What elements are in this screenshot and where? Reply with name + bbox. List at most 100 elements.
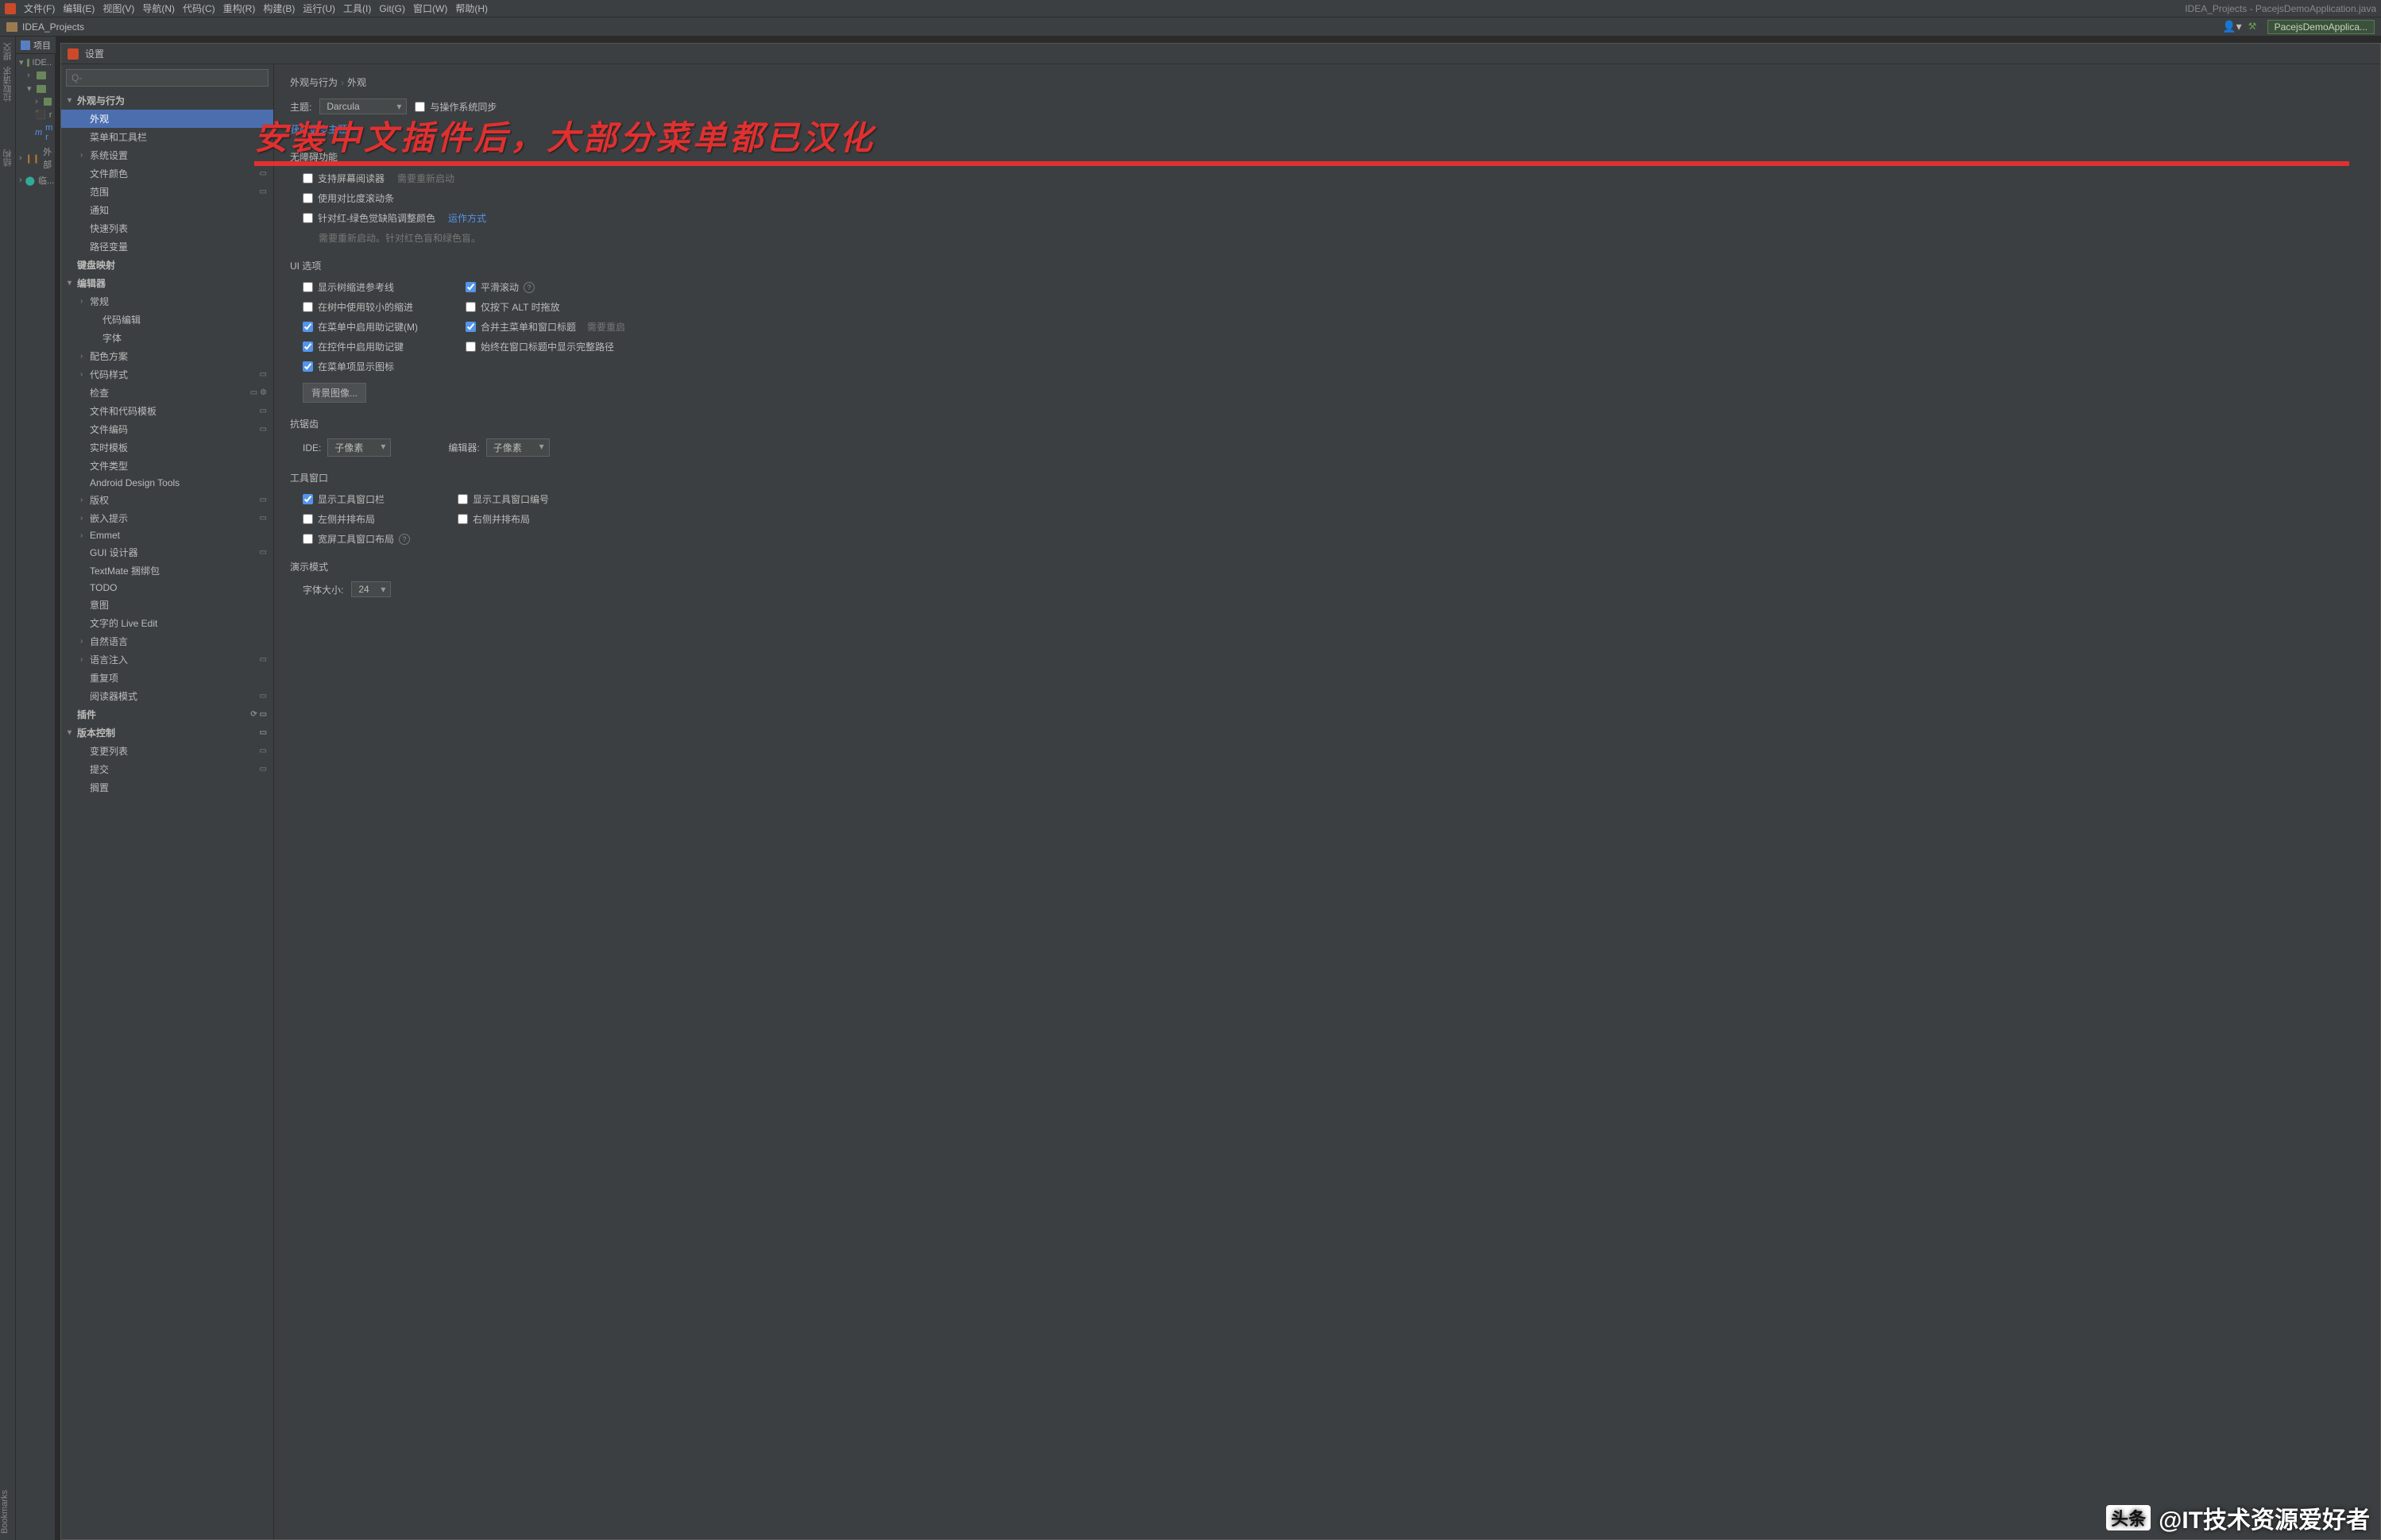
settings-tree-item[interactable]: 文件编码▭: [61, 420, 273, 438]
settings-tree-item[interactable]: 字体: [61, 329, 273, 347]
gutter-pull-requests[interactable]: 拉取请求: [2, 67, 14, 102]
settings-tree-item[interactable]: 意图: [61, 596, 273, 614]
tool-window-option-checkbox[interactable]: 显示工具窗口编号: [458, 492, 549, 506]
menu-edit[interactable]: 编辑(E): [63, 2, 95, 15]
scope-badge-icon: ▭: [260, 496, 267, 504]
settings-tree-item[interactable]: 检查▭ ⚙: [61, 384, 273, 402]
settings-tree-item[interactable]: ›配色方案: [61, 347, 273, 365]
tree-item[interactable]: ›: [16, 69, 55, 82]
tool-window-option-checkbox[interactable]: 宽屏工具窗口布局?: [303, 532, 410, 546]
ui-option-checkbox[interactable]: 在控件中启用助记键: [303, 340, 418, 353]
settings-tree-item[interactable]: 通知: [61, 201, 273, 219]
menu-view[interactable]: 视图(V): [102, 2, 134, 15]
settings-tree-item[interactable]: ▾版本控制▭: [61, 724, 273, 742]
tool-window-option-checkbox[interactable]: 右侧并排布局: [458, 512, 549, 526]
settings-tree-item[interactable]: 文件和代码模板▭: [61, 402, 273, 420]
tool-window-option-checkbox[interactable]: 显示工具窗口栏: [303, 492, 410, 506]
bookmarks-tab[interactable]: Bookmarks: [0, 1490, 10, 1534]
settings-tree-item[interactable]: 提交▭: [61, 760, 273, 778]
color-deficiency-checkbox[interactable]: 针对红-绿色觉缺陷调整颜色运作方式: [303, 211, 2364, 225]
sync-os-checkbox[interactable]: 与操作系统同步: [415, 100, 497, 114]
settings-tree-item[interactable]: ›常规: [61, 292, 273, 311]
settings-tree-item[interactable]: 变更列表▭: [61, 742, 273, 760]
settings-tree-item[interactable]: 文件类型: [61, 457, 273, 475]
settings-tree-item[interactable]: Android Design Tools: [61, 475, 273, 491]
help-icon[interactable]: ?: [399, 534, 410, 545]
ui-option-checkbox[interactable]: 在菜单项显示图标: [303, 360, 418, 373]
help-icon[interactable]: ?: [524, 282, 535, 293]
settings-tree-item[interactable]: 插件⟳ ▭: [61, 705, 273, 724]
settings-search-input[interactable]: [66, 69, 269, 87]
settings-tree-item[interactable]: 路径变量: [61, 237, 273, 256]
menu-git[interactable]: Git(G): [379, 3, 405, 14]
menu-code[interactable]: 代码(C): [183, 2, 215, 15]
project-tree[interactable]: ▾IDE.. › ▾ › ⬛r mm r ›❙❙外部 ›⬤临...: [16, 37, 56, 1540]
tree-item[interactable]: mm r: [16, 122, 55, 144]
settings-tree-item[interactable]: GUI 设计器▭: [61, 543, 273, 562]
ui-option-checkbox[interactable]: 平滑滚动?: [466, 280, 625, 294]
settings-tree-item[interactable]: 搁置: [61, 778, 273, 797]
ui-option-checkbox[interactable]: 在树中使用较小的缩进: [303, 300, 418, 314]
screen-reader-checkbox[interactable]: 支持屏幕阅读器需要重新启动: [303, 172, 2364, 185]
breadcrumb[interactable]: IDEA_Projects: [22, 21, 84, 33]
settings-tree-item[interactable]: 阅读器模式▭: [61, 687, 273, 705]
ui-option-checkbox[interactable]: 仅按下 ALT 时拖放: [466, 300, 625, 314]
theme-select[interactable]: Darcula: [319, 98, 407, 114]
tree-item[interactable]: ›⬤临...: [16, 172, 55, 188]
settings-tree-item[interactable]: 范围▭: [61, 183, 273, 201]
ide-aa-select[interactable]: 子像素: [327, 438, 391, 457]
get-more-themes-link[interactable]: 获取更多主题: [290, 122, 347, 136]
gutter-commit[interactable]: 提交: [2, 43, 14, 60]
settings-tree-item[interactable]: 实时模板: [61, 438, 273, 457]
tree-item[interactable]: ▾IDE..: [16, 56, 55, 69]
menu-file[interactable]: 文件(F): [24, 2, 55, 15]
scope-badge-icon: ▭ ⚙: [250, 388, 267, 397]
ui-option-checkbox[interactable]: 在菜单中启用助记键(M): [303, 320, 418, 334]
run-config-selector[interactable]: PacejsDemoApplica...: [2267, 20, 2375, 34]
settings-tree-item[interactable]: 菜单和工具栏: [61, 128, 273, 146]
ui-option-checkbox[interactable]: 合并主菜单和窗口标题需要重启: [466, 320, 625, 334]
settings-tree-item[interactable]: TextMate 捆绑包: [61, 562, 273, 580]
font-size-select[interactable]: 24: [351, 581, 391, 597]
editor-aa-select[interactable]: 子像素: [486, 438, 550, 457]
tree-item[interactable]: ▾: [16, 82, 55, 95]
menu-window[interactable]: 窗口(W): [413, 2, 447, 15]
ui-option-checkbox[interactable]: 显示树缩进参考线: [303, 280, 418, 294]
tree-item[interactable]: ⬛r: [16, 108, 55, 122]
settings-tree-item[interactable]: ›Emmet: [61, 527, 273, 543]
settings-tree-item[interactable]: ▾编辑器: [61, 274, 273, 292]
menu-refactor[interactable]: 重构(R): [223, 2, 256, 15]
settings-tree-item[interactable]: ›代码样式▭: [61, 365, 273, 384]
menu-build[interactable]: 构建(B): [263, 2, 295, 15]
ui-option-checkbox[interactable]: 始终在窗口标题中显示完整路径: [466, 340, 625, 353]
menu-tools[interactable]: 工具(I): [343, 2, 371, 15]
settings-tree-item[interactable]: 文字的 Live Edit: [61, 614, 273, 632]
settings-tree-item[interactable]: 外观: [61, 110, 273, 128]
settings-tree-item[interactable]: ›语言注入▭: [61, 650, 273, 669]
settings-tree-item[interactable]: ›嵌入提示▭: [61, 509, 273, 527]
settings-tree-item[interactable]: 代码编辑: [61, 311, 273, 329]
menu-navigate[interactable]: 导航(N): [142, 2, 175, 15]
tree-item[interactable]: ›: [16, 95, 55, 108]
settings-tree-item[interactable]: TODO: [61, 580, 273, 596]
menu-help[interactable]: 帮助(H): [455, 2, 488, 15]
settings-tree-item[interactable]: ›系统设置: [61, 146, 273, 164]
how-it-works-link[interactable]: 运作方式: [448, 211, 486, 225]
gutter-structure[interactable]: 结构: [2, 149, 14, 167]
contrast-scrollbar-checkbox[interactable]: 使用对比度滚动条: [303, 191, 2364, 205]
menu-run[interactable]: 运行(U): [303, 2, 335, 15]
tree-item[interactable]: ›❙❙外部: [16, 144, 55, 172]
settings-tree-item[interactable]: 重复项: [61, 669, 273, 687]
settings-tree[interactable]: ▾外观与行为外观菜单和工具栏›系统设置文件颜色▭范围▭通知快速列表路径变量键盘映…: [61, 64, 274, 1539]
user-icon[interactable]: 👤▾: [2222, 20, 2241, 33]
settings-tree-item[interactable]: ▾外观与行为: [61, 91, 273, 110]
settings-tree-item[interactable]: 快速列表: [61, 219, 273, 237]
tool-window-option-checkbox[interactable]: 左侧并排布局: [303, 512, 410, 526]
settings-tree-item[interactable]: ›版权▭: [61, 491, 273, 509]
background-image-button[interactable]: 背景图像...: [303, 383, 366, 403]
build-icon[interactable]: ⚒: [2248, 21, 2261, 33]
settings-tree-item[interactable]: 文件颜色▭: [61, 164, 273, 183]
settings-tree-item[interactable]: ›自然语言: [61, 632, 273, 650]
settings-tree-item[interactable]: 键盘映射: [61, 256, 273, 274]
project-tool-header[interactable]: 项目: [16, 37, 56, 54]
